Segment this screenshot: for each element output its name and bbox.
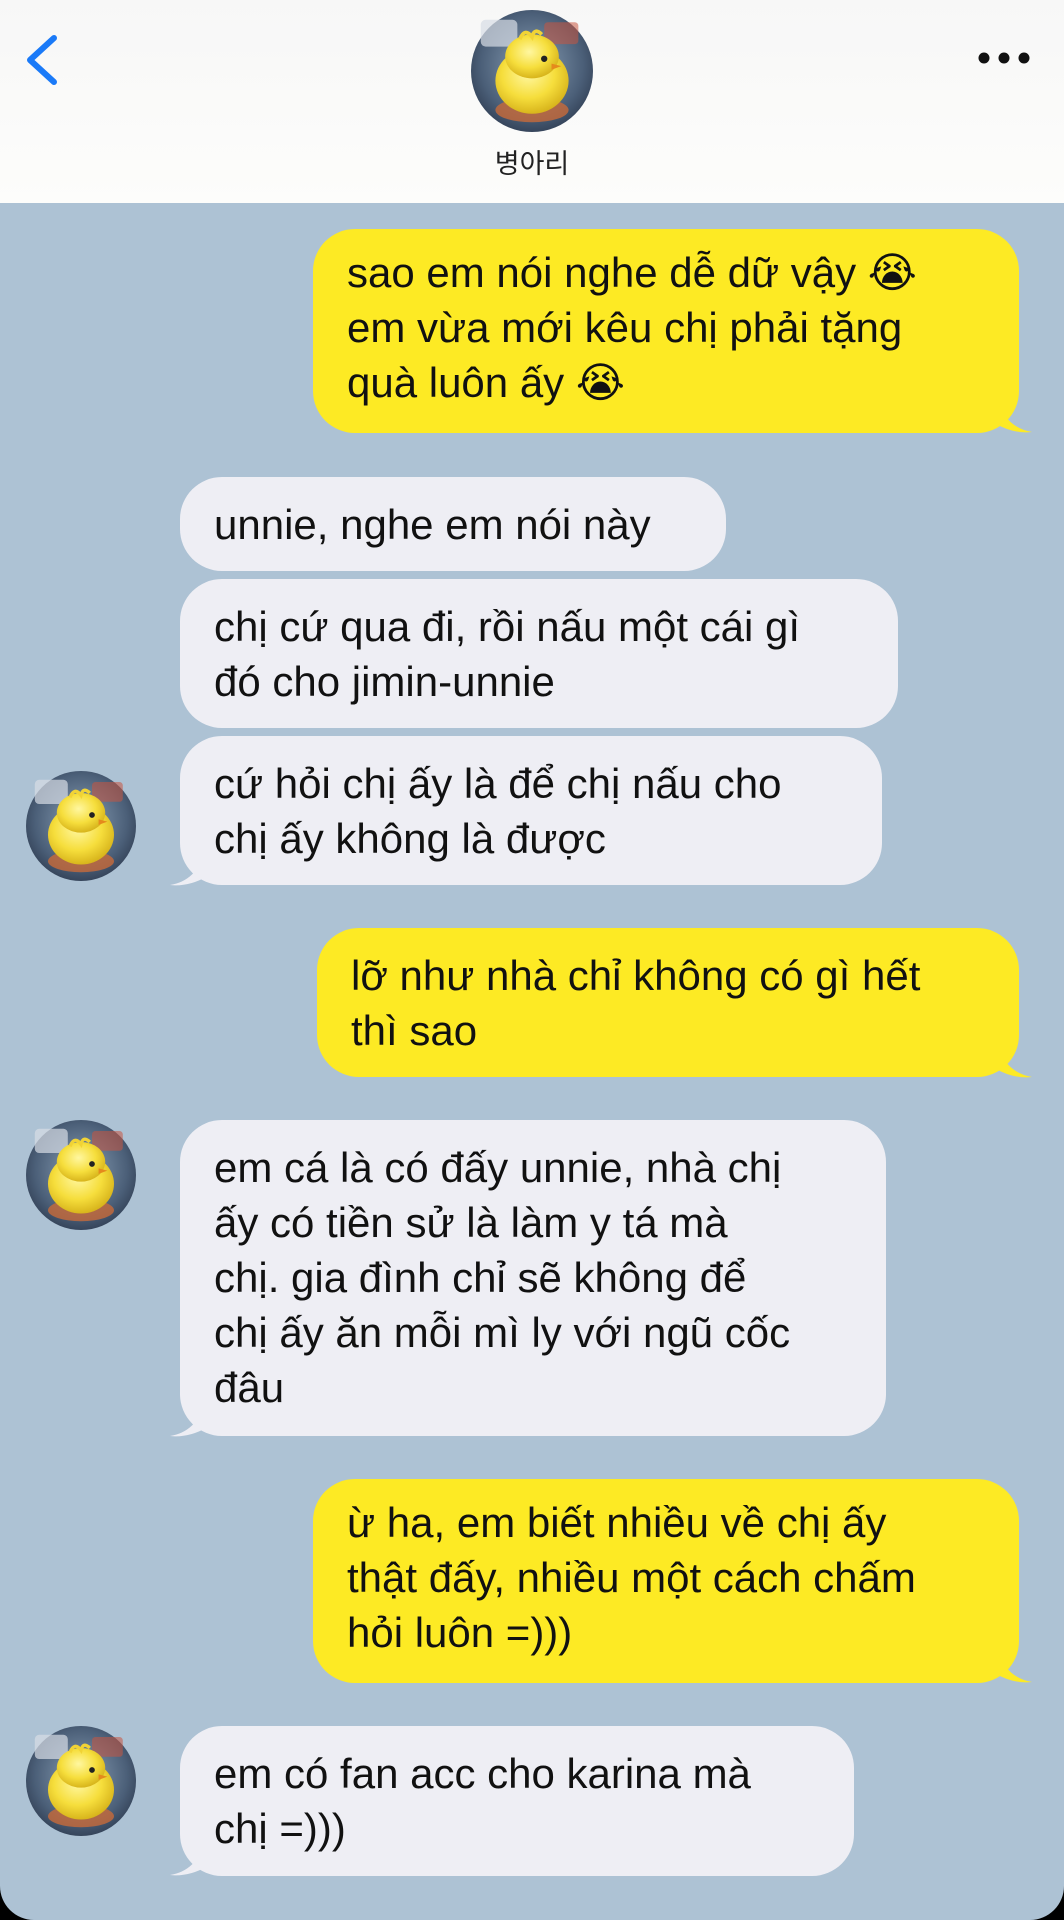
message-bubble-outgoing[interactable]: ừ ha, em biết nhiều về chị ấy thật đấy, … bbox=[313, 1479, 1019, 1683]
message-bubble-incoming[interactable]: em cá là có đấy unnie, nhà chị ấy có tiề… bbox=[180, 1120, 886, 1436]
more-options-button[interactable] bbox=[974, 40, 1034, 76]
chat-header: 병아리 bbox=[0, 0, 1064, 203]
message-bubble-incoming[interactable]: em có fan acc cho karina mà chị =))) bbox=[180, 1726, 854, 1876]
chevron-left-icon bbox=[27, 35, 57, 85]
sender-avatar[interactable] bbox=[26, 1120, 136, 1230]
bubble-tail bbox=[996, 1648, 1032, 1683]
chick-avatar-icon bbox=[26, 1726, 136, 1836]
bubble-tail bbox=[170, 1841, 206, 1876]
bubble-tail bbox=[170, 851, 206, 886]
message-bubble-incoming[interactable]: chị cứ qua đi, rồi nấu một cái gì đó cho… bbox=[180, 579, 898, 728]
bubble-tail bbox=[996, 398, 1032, 433]
contact-name[interactable]: 병아리 bbox=[0, 142, 1064, 181]
chick-avatar-icon bbox=[471, 10, 593, 132]
chat-screen: 병아리 sao em nói nghe dễ dữ vậy 😭 em vừa m… bbox=[0, 0, 1064, 1920]
bubble-tail bbox=[996, 1043, 1032, 1078]
chick-avatar-icon bbox=[26, 1120, 136, 1230]
ellipsis-icon bbox=[978, 52, 1030, 64]
bubble-tail bbox=[170, 1402, 206, 1437]
message-bubble-incoming[interactable]: unnie, nghe em nói này bbox=[180, 477, 726, 571]
message-bubble-outgoing[interactable]: sao em nói nghe dễ dữ vậy 😭 em vừa mới k… bbox=[313, 229, 1019, 433]
chick-avatar-icon bbox=[26, 771, 136, 881]
message-bubble-incoming[interactable]: cứ hỏi chị ấy là để chị nấu cho chị ấy k… bbox=[180, 736, 882, 885]
contact-avatar[interactable] bbox=[471, 10, 593, 132]
sender-avatar[interactable] bbox=[26, 1726, 136, 1836]
sender-avatar[interactable] bbox=[26, 771, 136, 881]
back-button[interactable] bbox=[18, 28, 66, 92]
message-bubble-outgoing[interactable]: lỡ như nhà chỉ không có gì hết thì sao bbox=[317, 928, 1019, 1077]
